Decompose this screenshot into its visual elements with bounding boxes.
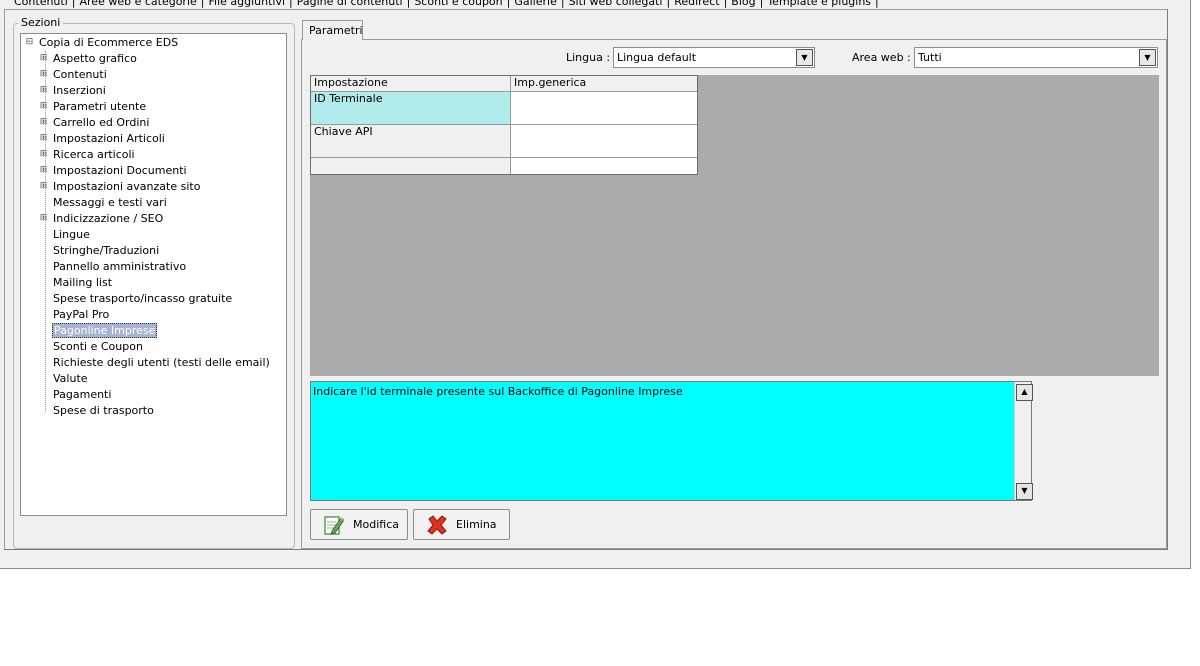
grid-cell-setting[interactable]: Chiave API	[311, 125, 511, 158]
lingua-select[interactable]: Lingua default ▼	[613, 47, 815, 68]
tree-item-label: Carrello ed Ordini	[53, 116, 150, 129]
grid-cell-value[interactable]	[511, 158, 697, 174]
modifica-label: Modifica	[353, 518, 399, 531]
expand-icon[interactable]: ⊞	[39, 134, 48, 143]
top-tab[interactable]: Sconti e coupon	[410, 0, 506, 8]
top-tab[interactable]: Gallerie	[510, 0, 561, 8]
top-tab[interactable]: Siti web collegati	[565, 0, 667, 8]
tab-parametri[interactable]: Parametri	[302, 20, 363, 40]
tree-item-label: Spese trasporto/incasso gratuite	[53, 292, 233, 305]
grid-cell-setting[interactable]	[311, 158, 511, 174]
grid-cell-setting[interactable]: ID Terminale	[311, 92, 511, 125]
description-textarea[interactable]: Indicare l'id terminale presente sul Bac…	[310, 381, 1033, 501]
top-tab[interactable]: Contenuti	[10, 0, 72, 8]
expand-icon[interactable]: ⊞	[39, 182, 48, 191]
tree-item-label: Aspetto grafico	[53, 52, 137, 65]
top-tab[interactable]: Pagine di contenuti	[293, 0, 407, 8]
tree-root-label: Copia di Ecommerce EDS	[39, 36, 179, 49]
tree-item-label: Mailing list	[53, 276, 113, 289]
edit-note-icon	[324, 516, 345, 535]
tree-item-label: Parametri utente	[53, 100, 147, 113]
tree-item-label: Contenuti	[53, 68, 107, 81]
chevron-down-icon[interactable]: ▼	[1139, 49, 1156, 66]
tree-item-label: Impostazioni Articoli	[53, 132, 165, 145]
settings-grid[interactable]: Impostazione Imp.generica ID Terminale C…	[310, 75, 698, 175]
tree-item-label: Richieste degli utenti (testi delle emai…	[53, 356, 270, 369]
area-web-select[interactable]: Tutti ▼	[914, 47, 1158, 68]
area-web-label: Area web :	[852, 51, 911, 64]
tree-item-label: Lingue	[53, 228, 90, 241]
tab-separator: |	[200, 0, 205, 8]
description-text: Indicare l'id terminale presente sul Bac…	[313, 385, 683, 398]
tree-item-label: Ricerca articoli	[53, 148, 135, 161]
lingua-label: Lingua :	[566, 51, 611, 64]
grid-header-impostazione[interactable]: Impostazione	[311, 76, 511, 92]
top-tab[interactable]: Aree web e categorie	[76, 0, 201, 8]
expand-icon[interactable]: ⊞	[39, 102, 48, 111]
expand-icon[interactable]: ⊞	[39, 86, 48, 95]
tree-item-label: Pagamenti	[53, 388, 112, 401]
tree-item-label: Sconti e Coupon	[53, 340, 143, 353]
tree-item-label: Pagonline Imprese	[52, 323, 158, 338]
tree-item-label: Impostazioni avanzate sito	[53, 180, 201, 193]
tree-item-label: Pannello amministrativo	[53, 260, 187, 273]
top-tab[interactable]: Blog	[727, 0, 759, 8]
top-tab[interactable]: Redirect	[670, 0, 723, 8]
expand-icon[interactable]: ⊞	[39, 54, 48, 63]
chevron-down-icon[interactable]: ▼	[796, 49, 813, 66]
expand-icon[interactable]: ⊞	[39, 214, 48, 223]
tree-item-label: Valute	[53, 372, 88, 385]
collapse-icon[interactable]: ⊟	[25, 38, 34, 47]
grid-header-imp-generica[interactable]: Imp.generica	[511, 76, 697, 92]
scroll-down-icon[interactable]: ▼	[1016, 483, 1033, 500]
tree-item-label: PayPal Pro	[53, 308, 110, 321]
scroll-up-icon[interactable]: ▲	[1016, 384, 1033, 401]
sections-tree[interactable]: ⊟ Copia di Ecommerce EDS ⊞ Aspetto grafic…	[20, 33, 287, 516]
tree-item-label: Spese di trasporto	[53, 404, 154, 417]
tree-item-label: Impostazioni Documenti	[53, 164, 187, 177]
area-web-select-value: Tutti	[918, 51, 942, 64]
grid-cell-value[interactable]	[511, 125, 697, 158]
elimina-button[interactable]: Elimina	[413, 509, 510, 540]
tab-separator: |	[560, 0, 565, 8]
expand-icon[interactable]: ⊞	[39, 150, 48, 159]
tab-parametri-label: Parametri	[309, 24, 363, 37]
tree-item-label: Indicizzazione / SEO	[53, 212, 164, 225]
expand-icon[interactable]: ⊞	[39, 70, 48, 79]
tab-separator: |	[71, 0, 76, 8]
expand-icon[interactable]: ⊞	[39, 118, 48, 127]
sections-label: Sezioni	[18, 16, 64, 30]
tree-item-label: Messaggi e testi vari	[53, 196, 167, 209]
tree-item-label: Stringhe/Traduzioni	[53, 244, 160, 257]
tab-separator: |	[875, 0, 879, 8]
tree-item-label: Inserzioni	[53, 84, 106, 97]
modifica-button[interactable]: Modifica	[310, 509, 408, 540]
grid-cell-value[interactable]	[511, 92, 697, 125]
delete-x-icon	[427, 515, 447, 535]
description-scrollbar[interactable]: ▲ ▼	[1014, 382, 1033, 500]
lingua-select-value: Lingua default	[617, 51, 697, 64]
top-tab[interactable]: Template e plugins	[763, 0, 875, 8]
top-tab[interactable]: File aggiuntivi	[205, 0, 290, 8]
expand-icon[interactable]: ⊞	[39, 166, 48, 175]
elimina-label: Elimina	[456, 518, 497, 531]
